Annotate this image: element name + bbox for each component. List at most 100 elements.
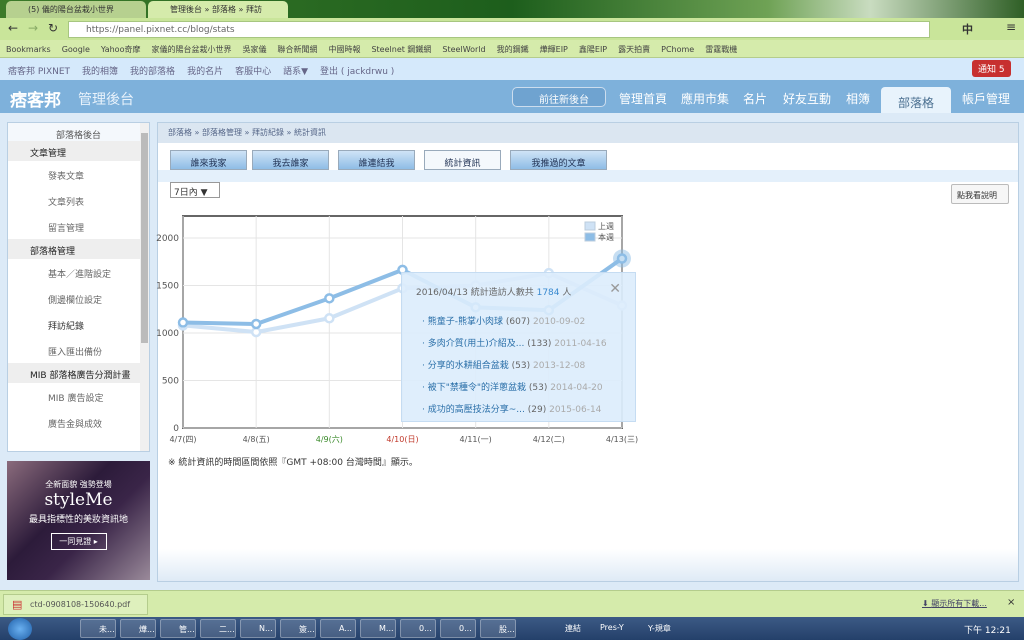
close-icon[interactable]: ✕ [609, 281, 621, 297]
start-button[interactable] [8, 618, 32, 640]
article-title[interactable]: 成功的高壓技法分享~... [428, 405, 525, 415]
bookmark-item[interactable]: PChome [661, 45, 694, 54]
tab-3[interactable]: 統計資訊 [424, 150, 501, 170]
bookmark-item[interactable]: 鑫陽EIP [579, 44, 607, 55]
article-title[interactable]: 熊童子-熊掌小肉球 [428, 317, 503, 327]
taskbar-item[interactable]: 簽... [280, 619, 316, 638]
sidebar-item[interactable]: MIB 廣告設定 [8, 383, 149, 409]
logo[interactable]: 痞客邦 [10, 86, 61, 111]
tooltip-article[interactable]: · 分享的水耕組合盆栽 (53) 2013-12-08 [422, 358, 635, 371]
sidebar-item[interactable]: 側邊欄位設定 [8, 285, 149, 311]
taskbar-item[interactable]: M... [360, 619, 396, 638]
article-title[interactable]: 被下"禁種令"的洋蔥盆栽 [428, 383, 526, 393]
bookmark-item[interactable]: 吳家儀 [242, 44, 266, 55]
bookmark-item[interactable]: 露天拍賣 [618, 44, 650, 55]
bookmark-item[interactable]: Steelnet 鋼鐵網 [371, 44, 431, 55]
reload-icon[interactable]: ↻ [48, 21, 58, 35]
breadcrumb-item[interactable]: 拜訪紀錄 [252, 128, 284, 137]
taskbar-item[interactable]: 股... [480, 619, 516, 638]
y-tick-label: 1500 [156, 282, 179, 292]
taskbar-item[interactable]: 未... [80, 619, 116, 638]
top-nav-link[interactable]: 語系▼ [283, 64, 308, 77]
tab-2[interactable]: 誰連結我 [338, 150, 415, 170]
clock[interactable]: 下午 12:21 [964, 623, 1011, 636]
bookmark-item[interactable]: 家儀的陽台盆栽小世界 [151, 44, 231, 55]
ime-icon[interactable]: 中 [962, 21, 973, 37]
bookmark-item[interactable]: Yahoo奇摩 [101, 44, 141, 55]
taskbar-item[interactable]: N... [240, 619, 276, 638]
main-nav-6[interactable]: 帳戶管理 [962, 90, 1010, 107]
sidebar-section[interactable]: 文章管理 [8, 141, 149, 161]
sidebar-item[interactable]: 拜訪紀錄 [8, 311, 149, 337]
top-nav-link[interactable]: 登出 ( jackdrwu ) [320, 64, 394, 77]
tab-0[interactable]: 誰來我家 [170, 150, 247, 170]
top-nav-link[interactable]: 我的相簿 [82, 64, 118, 77]
sidebar-item[interactable]: 廣告金與成效 [8, 409, 149, 435]
ad-brand: styleMe [44, 490, 113, 510]
bookmark-item[interactable]: SteelWorld [442, 45, 485, 54]
sidebar-scrollbar[interactable] [140, 123, 149, 451]
bookmark-item[interactable]: 雷霆戰機 [705, 44, 737, 55]
main-nav-5[interactable]: 部落格 [881, 87, 951, 113]
breadcrumb-item[interactable]: 部落格 [168, 128, 192, 137]
bookmark-item[interactable]: 聯合新聞網 [277, 44, 317, 55]
taskbar-item[interactable]: 燁... [120, 619, 156, 638]
back-icon[interactable]: ← [8, 21, 18, 35]
main-nav-2[interactable]: 名片 [743, 90, 767, 107]
sidebar-item[interactable]: 匯入匯出備份 [8, 337, 149, 363]
styleme-ad[interactable]: 全新面貌 強勢登場 styleMe 最具指標性的美妝資訊地 一同見證 ▸ [7, 461, 150, 580]
sidebar-section[interactable]: MIB 部落格廣告分潤計畫 [8, 363, 149, 383]
sidebar-item[interactable]: 基本／進階設定 [8, 259, 149, 285]
top-nav-link[interactable]: 我的名片 [187, 64, 223, 77]
help-button[interactable]: 點我看說明 [951, 184, 1009, 204]
main-nav-3[interactable]: 好友互動 [783, 90, 831, 107]
bookmark-item[interactable]: 燁輝EIP [540, 44, 568, 55]
folder-pres-y[interactable]: Pres-Y [600, 623, 624, 632]
forward-icon[interactable]: → [28, 21, 38, 35]
taskbar-item[interactable]: 二... [200, 619, 236, 638]
top-nav-link[interactable]: 客服中心 [235, 64, 271, 77]
header-title: 管理後台 [78, 92, 134, 108]
tab-1[interactable]: 我去誰家 [252, 150, 329, 170]
taskbar-item[interactable]: 0... [400, 619, 436, 638]
taskbar-item[interactable]: A... [320, 619, 356, 638]
main-nav-1[interactable]: 應用市集 [681, 90, 729, 107]
tooltip-article[interactable]: · 被下"禁種令"的洋蔥盆栽 (53) 2014-04-20 [422, 380, 635, 393]
tooltip-article[interactable]: · 多肉介質(用土)介紹及... (133) 2011-04-16 [422, 336, 635, 349]
article-count: (607) [505, 317, 531, 327]
menu-icon[interactable]: ≡ [1006, 20, 1016, 34]
main-nav-4[interactable]: 相簿 [846, 90, 870, 107]
range-select[interactable]: 7日內 ▼ [170, 182, 220, 198]
main-nav-0[interactable]: 管理首頁 [619, 90, 667, 107]
article-title[interactable]: 分享的水耕組合盆栽 [428, 361, 509, 371]
download-item[interactable]: ▤ ctd-0908108-150640.pdf [3, 594, 148, 615]
sidebar-section[interactable]: 部落格管理 [8, 239, 149, 259]
tooltip-article[interactable]: · 熊童子-熊掌小肉球 (607) 2010-09-02 [422, 314, 635, 327]
ad-cta[interactable]: 一同見證 ▸ [50, 533, 107, 550]
links-toolbar[interactable]: 連結 [565, 623, 581, 634]
browser-tab[interactable]: (5) 儀的陽台盆栽小世界 [6, 1, 146, 18]
data-point [324, 313, 335, 324]
article-title[interactable]: 多肉介質(用土)介紹及... [428, 339, 525, 349]
sidebar-item[interactable]: 文章列表 [8, 187, 149, 213]
new-backend-button[interactable]: 前往新後台 [512, 87, 606, 107]
folder-y-rules[interactable]: Y-規章 [648, 623, 671, 634]
notification-badge[interactable]: 通知 5 [972, 60, 1011, 77]
show-all-downloads-link[interactable]: ⬇ 顯示所有下載... [922, 598, 987, 609]
top-nav-link[interactable]: 痞客邦 PIXNET [8, 64, 70, 77]
browser-tab-active[interactable]: 管理後台 » 部落格 » 拜訪 [148, 1, 288, 18]
sidebar-item[interactable]: 發表文章 [8, 161, 149, 187]
bookmark-item[interactable]: Bookmarks [6, 45, 51, 54]
bookmark-item[interactable]: Google [62, 45, 90, 54]
tab-4[interactable]: 我推過的文章 [510, 150, 607, 170]
bookmark-item[interactable]: 中國時報 [328, 44, 360, 55]
sidebar-item[interactable]: 留言管理 [8, 213, 149, 239]
address-bar[interactable]: https://panel.pixnet.cc/blog/stats [68, 21, 930, 38]
close-download-bar-icon[interactable]: × [1007, 597, 1015, 608]
breadcrumb-item[interactable]: 部落格管理 [202, 128, 242, 137]
taskbar-item[interactable]: 0... [440, 619, 476, 638]
taskbar-item[interactable]: 管... [160, 619, 196, 638]
top-nav-link[interactable]: 我的部落格 [130, 64, 175, 77]
tooltip-article[interactable]: · 成功的高壓技法分享~... (29) 2015-06-14 [422, 402, 635, 415]
bookmark-item[interactable]: 我的鋼鐵 [497, 44, 529, 55]
